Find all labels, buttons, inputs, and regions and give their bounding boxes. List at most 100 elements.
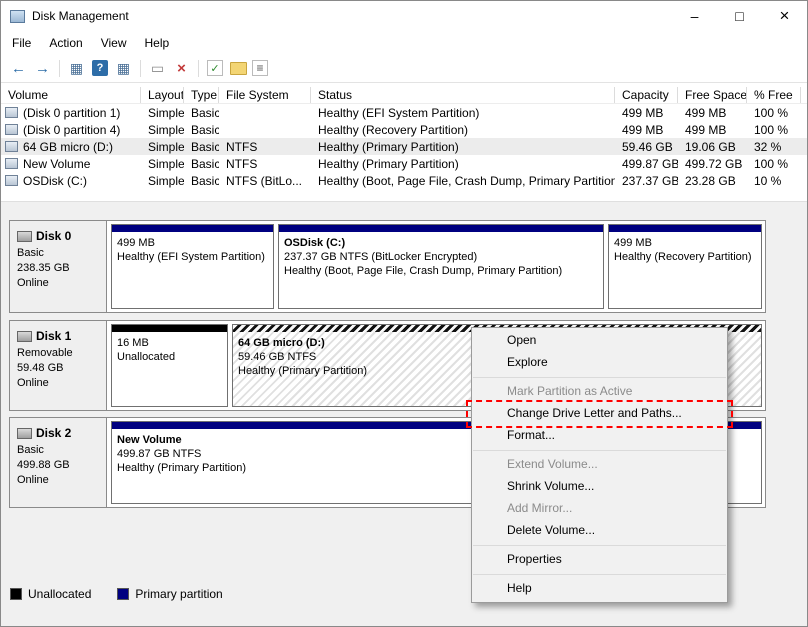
volume-icon (5, 141, 18, 152)
disk-size: 59.48 GB (17, 362, 64, 374)
disk-icon (17, 231, 32, 242)
volume-name: OSDisk (C:) (23, 173, 87, 188)
context-menu-help[interactable]: Help (472, 578, 727, 600)
volume-icon (5, 107, 18, 118)
volume-type: Basic (191, 156, 219, 171)
volume-capacity: 59.46 GB (622, 139, 673, 154)
context-menu-explore[interactable]: Explore (472, 352, 727, 374)
menu-action[interactable]: Action (40, 33, 91, 53)
partition-line: Unallocated (117, 351, 176, 363)
volume-row[interactable]: OSDisk (C:) Simple Basic NTFS (BitLo... … (1, 172, 807, 189)
column-header-volume[interactable]: Volume (1, 87, 141, 103)
volume-row[interactable]: New Volume Simple Basic NTFS Healthy (Pr… (1, 155, 807, 172)
context-menu: Open Explore Mark Partition as Active Ch… (466, 327, 733, 603)
close-button[interactable]: × (762, 1, 807, 31)
disk-label: Disk 1 (36, 329, 72, 343)
volume-free-space: 499 MB (685, 122, 727, 137)
volume-name: New Volume (23, 156, 91, 171)
column-header-capacity[interactable]: Capacity (615, 87, 678, 103)
folder-search-icon[interactable] (230, 61, 247, 75)
disk-type: Basic (17, 444, 44, 456)
column-header-layout[interactable]: Layout (141, 87, 184, 103)
volume-free-space: 499 MB (685, 105, 727, 120)
context-menu-change-drive-letter[interactable]: Change Drive Letter and Paths... (472, 403, 727, 425)
volume-free-space: 499.72 GB (685, 156, 743, 171)
volume-free-space: 23.28 GB (685, 173, 736, 188)
disk-1-header[interactable]: Disk 1 Removable 59.48 GB Online (10, 321, 107, 410)
unallocated-partition-bar (112, 325, 227, 332)
context-menu-separator (473, 574, 726, 575)
volume-row-selected[interactable]: 64 GB micro (D:) Simple Basic NTFS Healt… (1, 138, 807, 155)
volume-status: Healthy (Recovery Partition) (318, 122, 469, 137)
partition-line: Healthy (Boot, Page File, Crash Dump, Pr… (284, 265, 563, 277)
volume-file-system: NTFS (226, 156, 258, 171)
delete-icon[interactable]: × (171, 58, 192, 78)
context-menu-extend-volume[interactable]: Extend Volume... (472, 454, 727, 476)
volume-layout: Simple (148, 122, 184, 137)
disk-0-row: Disk 0 Basic 238.35 GB Online 499 MB Hea… (9, 220, 766, 313)
menu-help[interactable]: Help (136, 33, 179, 53)
volume-status: Healthy (EFI System Partition) (318, 105, 480, 120)
volume-file-system: NTFS (BitLo... (226, 173, 303, 188)
volume-row[interactable]: (Disk 0 partition 4) Simple Basic Health… (1, 121, 807, 138)
help-icon[interactable]: ? (92, 60, 108, 76)
toolbar-separator (59, 59, 60, 77)
disk-0-header[interactable]: Disk 0 Basic 238.35 GB Online (10, 221, 107, 312)
primary-partition-swatch (117, 587, 130, 600)
back-icon[interactable]: ← (8, 58, 29, 78)
partition-unallocated[interactable]: 16 MB Unallocated (111, 324, 228, 407)
minimize-button[interactable]: – (672, 1, 717, 31)
menu-view[interactable]: View (92, 33, 136, 53)
console-tree-icon[interactable]: ▦ (66, 58, 87, 78)
legend-primary-partition: Primary partition (117, 587, 223, 601)
disk-label: Disk 2 (36, 426, 72, 440)
column-header-free-space[interactable]: Free Space (678, 87, 747, 103)
partition-line: Healthy (EFI System Partition) (117, 251, 265, 263)
menu-bar: File Action View Help (1, 31, 807, 54)
volume-capacity: 499 MB (622, 105, 664, 120)
context-menu-format[interactable]: Format... (472, 425, 727, 447)
context-menu-shrink-volume[interactable]: Shrink Volume... (472, 476, 727, 498)
volume-layout: Simple (148, 139, 184, 154)
volume-capacity: 499.87 GB (622, 156, 678, 171)
context-menu-mark-partition-active[interactable]: Mark Partition as Active (472, 381, 727, 403)
action-menu-icon[interactable]: ▭ (147, 58, 168, 78)
volume-row[interactable]: (Disk 0 partition 1) Simple Basic Health… (1, 104, 807, 121)
context-menu-properties[interactable]: Properties (472, 549, 727, 571)
maximize-button[interactable]: □ (717, 1, 762, 31)
unallocated-swatch (10, 587, 22, 600)
volume-capacity: 499 MB (622, 122, 664, 137)
volume-pct-free: 100 % (754, 122, 789, 137)
disk-icon (17, 428, 32, 439)
volume-file-system: NTFS (226, 139, 258, 154)
volume-free-space: 19.06 GB (685, 139, 736, 154)
volume-pct-free: 100 % (754, 105, 789, 120)
forward-icon[interactable]: → (32, 58, 53, 78)
context-menu-open[interactable]: Open (472, 330, 727, 352)
column-header-type[interactable]: Type (184, 87, 219, 103)
refresh-report-icon[interactable]: ✓ (207, 60, 223, 76)
disk-2-header[interactable]: Disk 2 Basic 499.88 GB Online (10, 418, 107, 507)
context-menu-separator (473, 377, 726, 378)
toolbar: ← → ▦ ? ▦ ▭ × ✓ ≡ (1, 54, 807, 83)
volume-status: Healthy (Primary Partition) (318, 139, 459, 154)
column-header-pct-free[interactable]: % Free (747, 87, 801, 103)
volume-list: Volume Layout Type File System Status Ca… (1, 87, 807, 189)
partition-osdisk-c[interactable]: OSDisk (C:) 237.37 GB NTFS (BitLocker En… (278, 224, 604, 309)
partition-title: OSDisk (C:) (284, 237, 346, 249)
partition-recovery[interactable]: 499 MB Healthy (Recovery Partition) (608, 224, 762, 309)
volume-name: (Disk 0 partition 4) (23, 122, 121, 137)
title-bar: Disk Management – □ × (1, 1, 807, 31)
fields-icon[interactable]: ≡ (252, 60, 268, 76)
toolbar-separator (198, 59, 199, 77)
console-window-icon[interactable]: ▦ (113, 58, 134, 78)
partition-efi-system[interactable]: 499 MB Healthy (EFI System Partition) (111, 224, 274, 309)
context-menu-delete-volume[interactable]: Delete Volume... (472, 520, 727, 542)
column-header-status[interactable]: Status (311, 87, 615, 103)
volume-layout: Simple (148, 105, 184, 120)
menu-file[interactable]: File (3, 33, 40, 53)
volume-capacity: 237.37 GB (622, 173, 678, 188)
context-menu-add-mirror[interactable]: Add Mirror... (472, 498, 727, 520)
column-header-file-system[interactable]: File System (219, 87, 311, 103)
volume-layout: Simple (148, 173, 184, 188)
